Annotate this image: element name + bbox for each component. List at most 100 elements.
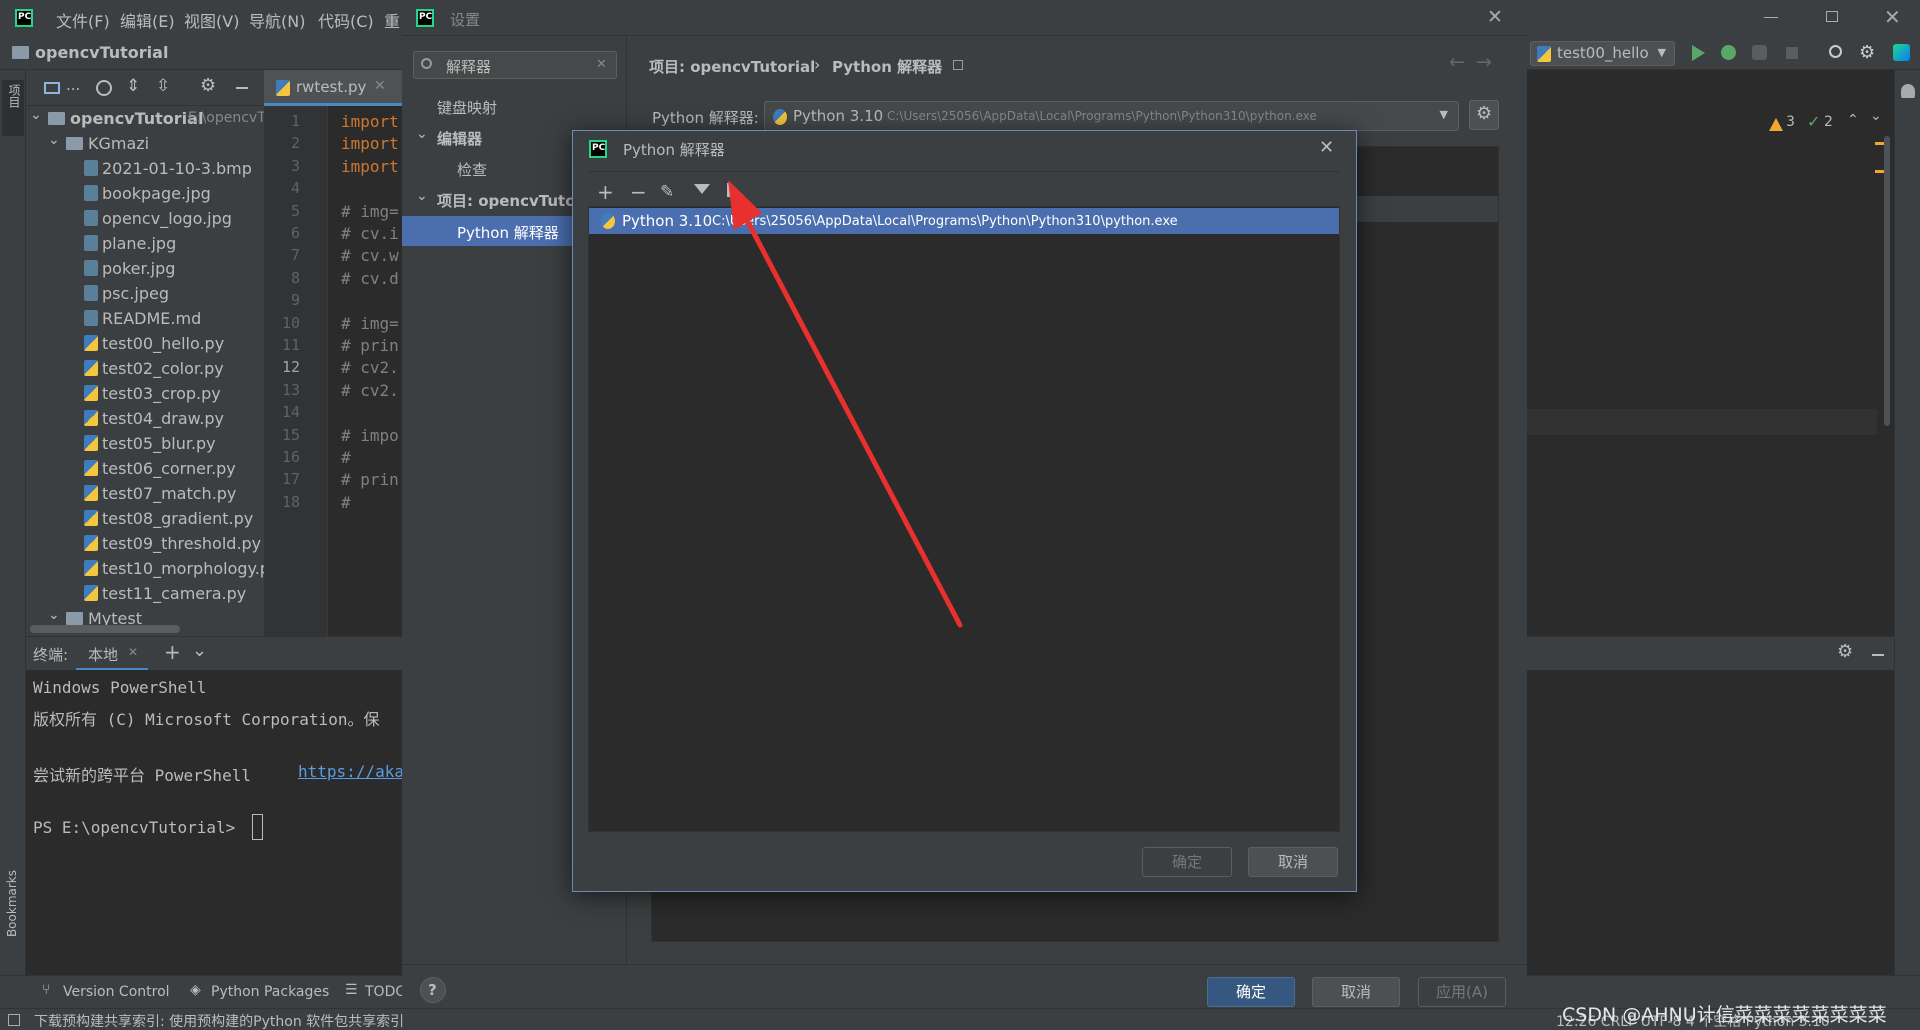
tree-file[interactable]: test05_blur.py	[26, 431, 264, 456]
ellipsis-icon[interactable]: ...	[66, 76, 80, 94]
tree-file[interactable]: test04_draw.py	[26, 406, 264, 431]
tool-python-packages[interactable]: Python Packages	[211, 984, 329, 1000]
run-config-selector[interactable]: test00_hello ▼	[1530, 41, 1675, 66]
search-icon[interactable]	[1829, 45, 1842, 58]
tree-file[interactable]: plane.jpg	[26, 231, 264, 256]
menu-view[interactable]: 视图(V)	[184, 8, 239, 32]
chevron-down-icon[interactable]: ⌄	[48, 131, 60, 153]
filter-icon[interactable]	[694, 184, 710, 194]
tree-folder[interactable]: ⌄ opencvTutorialE:\opencvTutorial	[26, 106, 264, 131]
menu-file[interactable]: 文件(F)	[56, 8, 110, 32]
remove-interpreter-icon[interactable]: −	[630, 182, 647, 202]
back-arrow-icon[interactable]: ←	[1449, 51, 1465, 73]
menu-navigate[interactable]: 导航(N)	[249, 8, 305, 32]
tree-file[interactable]: test00_hello.py	[26, 331, 264, 356]
project-view-icon[interactable]	[44, 82, 60, 94]
terminal-cursor[interactable]	[252, 814, 263, 840]
settings-cancel-button[interactable]: 取消	[1312, 977, 1400, 1007]
restore-icon[interactable]	[1826, 11, 1838, 22]
chevron-up-icon[interactable]: ⌃	[1847, 112, 1859, 128]
editor-vscroll[interactable]	[1884, 136, 1890, 426]
close-icon[interactable]: ✕	[374, 78, 386, 94]
code-line[interactable]: # cv.d	[341, 269, 399, 288]
tree-file[interactable]: test06_corner.py	[26, 456, 264, 481]
tree-file[interactable]: opencv_logo.jpg	[26, 206, 264, 231]
terminal-link[interactable]: https://aka	[298, 762, 404, 781]
interp-ok-button[interactable]: 确定	[1142, 847, 1232, 877]
clear-search-icon[interactable]: ✕	[596, 57, 607, 72]
status-toggle-icon[interactable]	[8, 1014, 20, 1026]
hide-panel-icon[interactable]	[236, 87, 248, 89]
interpreter-settings-button[interactable]: ⚙	[1469, 100, 1499, 130]
code-line[interactable]: # impo	[341, 426, 399, 445]
interpreter-select[interactable]: Python 3.10 C:\Users\25056\AppData\Local…	[764, 101, 1459, 131]
code-line[interactable]: # prin	[341, 470, 399, 489]
debug-icon[interactable]	[1721, 45, 1736, 60]
tree-file[interactable]: test03_crop.py	[26, 381, 264, 406]
help-button[interactable]: ?	[420, 977, 446, 1003]
terminal-tab-local[interactable]: 本地 ✕	[76, 637, 148, 671]
settings-close-icon[interactable]: ✕	[1487, 6, 1503, 28]
edit-pencil-icon[interactable]: ✎	[660, 182, 674, 202]
menu-refactor[interactable]: 重	[384, 8, 400, 32]
jetbrains-toolbox-icon[interactable]	[1893, 44, 1910, 61]
settings-ok-button[interactable]: 确定	[1207, 977, 1295, 1007]
code-line[interactable]: # img=	[341, 202, 399, 221]
options-gear-icon[interactable]: ⚙	[200, 75, 216, 96]
minimize-icon[interactable]	[1764, 17, 1778, 18]
tree-file[interactable]: poker.jpg	[26, 256, 264, 281]
code-line[interactable]: #	[341, 493, 351, 512]
settings-gear-icon[interactable]: ⚙	[1859, 42, 1875, 63]
tool-version-control[interactable]: Version Control	[63, 984, 170, 1000]
chevron-down-icon[interactable]: ⌄	[416, 126, 428, 142]
tree-file[interactable]: test10_morphology.py	[26, 556, 264, 581]
breadcrumb-doc-icon[interactable]	[953, 60, 963, 70]
notifications-icon[interactable]	[1901, 84, 1915, 98]
code-line[interactable]: import	[341, 134, 399, 153]
locate-icon[interactable]	[96, 80, 112, 96]
expand-all-icon[interactable]: ⇕	[126, 76, 140, 96]
tree-file[interactable]: psc.jpeg	[26, 281, 264, 306]
collapse-all-icon[interactable]: ⇳	[156, 76, 170, 96]
code-line[interactable]: # cv.i	[341, 224, 399, 243]
coverage-icon[interactable]	[1752, 45, 1767, 60]
tree-file[interactable]: test09_threshold.py	[26, 531, 264, 556]
warning-icon[interactable]	[1769, 118, 1783, 131]
code-line[interactable]: # img=	[341, 314, 399, 333]
chevron-down-icon[interactable]: ⌄	[1870, 108, 1882, 124]
menu-edit[interactable]: 编辑(E)	[120, 8, 175, 32]
tree-file[interactable]: test07_match.py	[26, 481, 264, 506]
tree-file[interactable]: bookpage.jpg	[26, 181, 264, 206]
hide-terminal-icon[interactable]	[1872, 654, 1884, 656]
code-line[interactable]: #	[341, 448, 351, 467]
forward-arrow-icon[interactable]: →	[1476, 51, 1492, 73]
tool-todo[interactable]: TODO	[365, 984, 406, 1000]
status-message[interactable]: 下载预构建共享索引: 使用预构建的Python 软件包共享索引	[34, 1011, 404, 1030]
code-line[interactable]: import	[341, 112, 399, 131]
code-line[interactable]: import	[341, 157, 399, 176]
interp-dialog-close-icon[interactable]: ✕	[1319, 137, 1334, 158]
settings-nav-keymap[interactable]: 键盘映射	[402, 92, 626, 120]
chevron-down-icon[interactable]: ⌄	[30, 106, 42, 128]
nav-project-name[interactable]: opencvTutorial	[35, 43, 168, 62]
stop-icon[interactable]	[1786, 47, 1798, 59]
window-close-icon[interactable]: ✕	[1884, 5, 1901, 29]
terminal-settings-gear-icon[interactable]: ⚙	[1837, 641, 1853, 662]
settings-apply-button[interactable]: 应用(A)	[1418, 977, 1506, 1007]
run-icon[interactable]	[1692, 45, 1705, 61]
editor-tab-active[interactable]: rwtest.py ✕	[264, 70, 404, 106]
chevron-down-icon[interactable]: ⌄	[192, 640, 207, 661]
chevron-down-icon[interactable]: ⌄	[416, 188, 428, 204]
tree-folder[interactable]: ⌄ KGmazi	[26, 131, 264, 156]
bookmarks-tool-label[interactable]: Bookmarks	[5, 870, 19, 937]
code-line[interactable]: # prin	[341, 336, 399, 355]
menu-code[interactable]: 代码(C)	[318, 8, 374, 32]
settings-search[interactable]: 解释器 ✕	[413, 51, 617, 79]
code-line[interactable]: # cv2.	[341, 381, 399, 400]
tree-file[interactable]: README.md	[26, 306, 264, 331]
add-terminal-icon[interactable]: +	[164, 640, 181, 664]
tree-file[interactable]: 2021-01-10-3.bmp	[26, 156, 264, 181]
code-line[interactable]: # cv.w	[341, 246, 399, 265]
add-interpreter-icon[interactable]: +	[597, 182, 614, 202]
tree-file[interactable]: test08_gradient.py	[26, 506, 264, 531]
